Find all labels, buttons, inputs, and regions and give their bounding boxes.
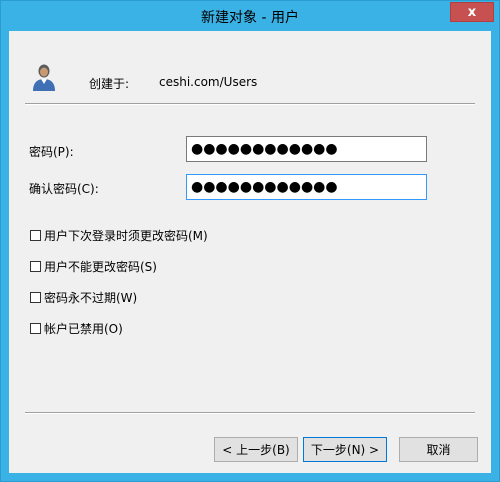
close-icon: x bbox=[467, 4, 477, 20]
confirm-password-label: 确认密码(C): bbox=[29, 182, 99, 196]
user-icon bbox=[33, 64, 55, 91]
close-button[interactable]: x bbox=[450, 2, 494, 22]
checkbox-label: 密码永不过期(W) bbox=[44, 291, 138, 305]
checkbox-box[interactable] bbox=[30, 261, 41, 272]
divider-bottom bbox=[25, 412, 475, 414]
next-button[interactable]: 下一步(N) > bbox=[303, 437, 387, 462]
checkbox-label: 用户下次登录时须更改密码(M) bbox=[44, 229, 208, 243]
checkbox-cannot-change-password[interactable]: 用户不能更改密码(S) bbox=[30, 258, 157, 275]
back-button[interactable]: < 上一步(B) bbox=[214, 437, 298, 462]
checkbox-password-never-expires[interactable]: 密码永不过期(W) bbox=[30, 289, 137, 306]
checkbox-label: 帐户已禁用(O) bbox=[44, 322, 123, 336]
divider-top bbox=[25, 103, 475, 105]
password-label: 密码(P): bbox=[29, 145, 74, 159]
created-in-value: ceshi.com/Users bbox=[159, 75, 258, 89]
confirm-password-input[interactable] bbox=[186, 174, 427, 200]
password-input[interactable] bbox=[186, 136, 427, 162]
checkbox-account-disabled[interactable]: 帐户已禁用(O) bbox=[30, 320, 123, 337]
checkbox-box[interactable] bbox=[30, 323, 41, 334]
dialog-window: 新建对象 - 用户 x 创建于: ceshi.com/Users 密码(P): … bbox=[0, 0, 500, 482]
checkbox-box[interactable] bbox=[30, 292, 41, 303]
window-title: 新建对象 - 用户 bbox=[201, 10, 299, 26]
cancel-button[interactable]: 取消 bbox=[399, 437, 478, 462]
checkbox-box[interactable] bbox=[30, 230, 41, 241]
checkbox-must-change-password[interactable]: 用户下次登录时须更改密码(M) bbox=[30, 227, 208, 244]
dialog-client-area: 创建于: ceshi.com/Users 密码(P): 确认密码(C): 用户下… bbox=[9, 31, 491, 473]
title-bar[interactable]: 新建对象 - 用户 x bbox=[1, 1, 499, 31]
created-in-label: 创建于: bbox=[89, 77, 130, 91]
checkbox-label: 用户不能更改密码(S) bbox=[44, 260, 157, 274]
